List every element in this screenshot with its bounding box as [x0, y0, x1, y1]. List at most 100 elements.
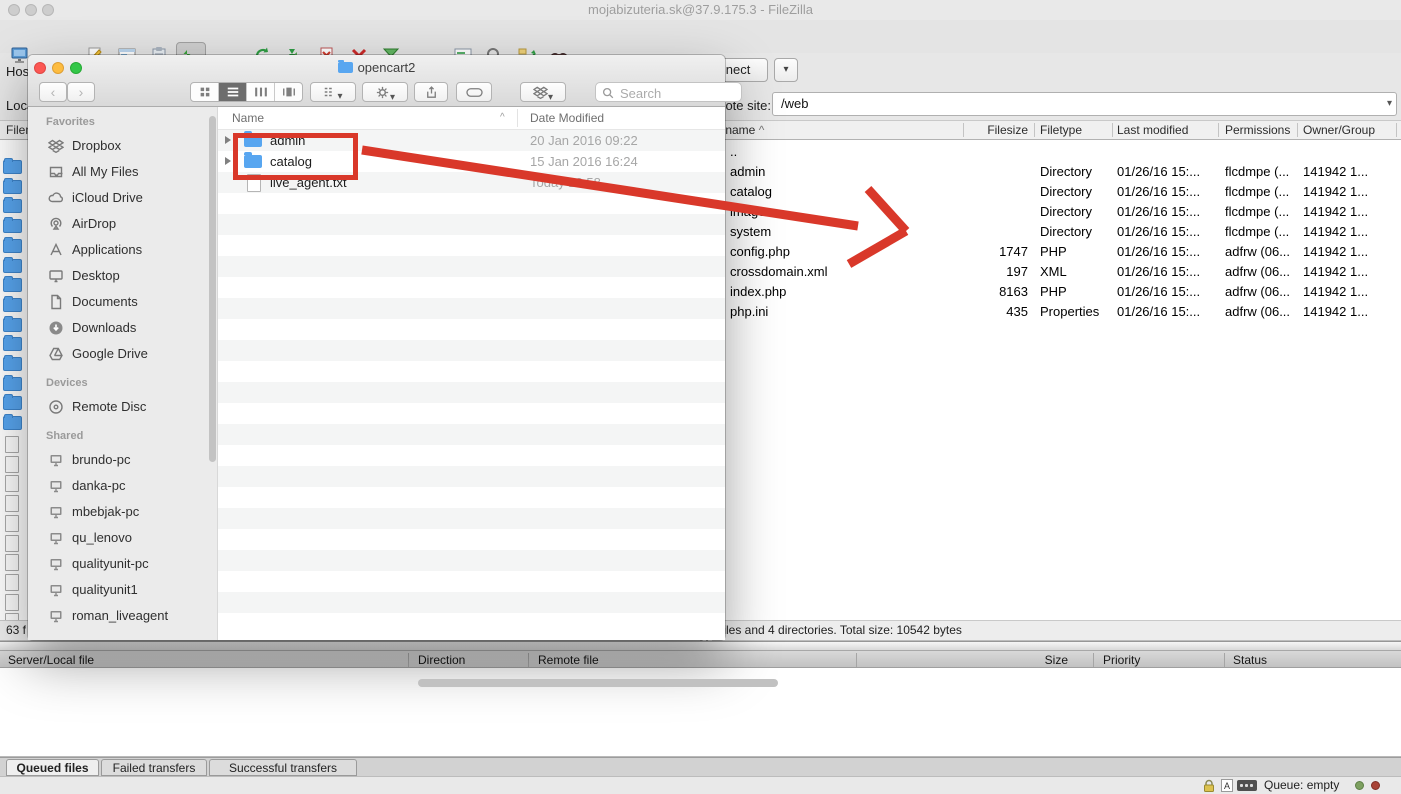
remote-list-header: Filename ^ Filesize Filetype Last modifi…: [712, 120, 1401, 140]
queue-col-serverlocal[interactable]: Server/Local file: [8, 651, 94, 669]
remote-file-type: Properties: [1040, 302, 1099, 322]
icon-view-button[interactable]: [191, 83, 219, 101]
share-icon: [424, 85, 439, 100]
remote-file-modified: 01/26/16 15:...: [1117, 302, 1200, 322]
queue-col-remotefile[interactable]: Remote file: [538, 651, 599, 669]
remote-file-row[interactable]: system Directory 01/26/16 15:... flcdmpe…: [712, 222, 1401, 242]
sidebar-item[interactable]: Remote Disc: [28, 394, 218, 420]
remote-file-row[interactable]: admin Directory 01/26/16 15:... flcdmpe …: [712, 162, 1401, 182]
quickconnect-dropdown[interactable]: ▾: [774, 58, 798, 82]
forward-button[interactable]: ›: [67, 82, 95, 102]
sidebar-item[interactable]: Applications: [28, 237, 218, 263]
remote-file-row[interactable]: catalog Directory 01/26/16 15:... flcdmp…: [712, 182, 1401, 202]
finder-window: opencart2 ‹ › ▾ ▾ ▾: [28, 55, 725, 640]
sidebar-item-label: Downloads: [72, 315, 136, 341]
sidebar-item[interactable]: Desktop: [28, 263, 218, 289]
sidebar-item[interactable]: Google Drive: [28, 341, 218, 367]
remote-file-type: PHP: [1040, 282, 1067, 302]
queue-col-status[interactable]: Status: [1233, 651, 1267, 669]
finder-title: opencart2: [28, 60, 725, 76]
column-view-button[interactable]: [247, 83, 275, 101]
remote-file-owner: 141942 1...: [1303, 202, 1368, 222]
remote-file-name: config.php: [730, 242, 790, 262]
tab-successful-transfers[interactable]: Successful transfers: [209, 759, 357, 776]
status-badge-icon: [1237, 780, 1257, 791]
sidebar-item[interactable]: iCloud Drive: [28, 185, 218, 211]
remote-file-size: [952, 202, 1028, 222]
remote-file-type: Directory: [1040, 222, 1092, 242]
sidebar-item[interactable]: qualityunit-pc: [28, 551, 218, 577]
remote-file-owner: 141942 1...: [1303, 302, 1368, 322]
search-input[interactable]: [618, 84, 740, 102]
arrange-button[interactable]: ▾: [310, 82, 356, 102]
remote-file-size: 197: [952, 262, 1028, 282]
remote-file-modified: 01/26/16 15:...: [1117, 202, 1200, 222]
local-file-icon: [5, 436, 19, 453]
name-column-header[interactable]: Name: [232, 107, 264, 129]
sidebar-item[interactable]: Downloads: [28, 315, 218, 341]
search-icon: [601, 86, 615, 100]
local-folder-icon: [3, 199, 22, 213]
sidebar-item[interactable]: roman_liveagent: [28, 603, 218, 629]
sidebar-item[interactable]: qualityunit1: [28, 577, 218, 603]
back-icon: ‹: [51, 84, 56, 100]
remote-permissions-column[interactable]: Permissions: [1225, 121, 1290, 139]
queue-col-priority[interactable]: Priority: [1103, 651, 1140, 669]
sidebar-item-label: iCloud Drive: [72, 185, 143, 211]
coverflow-view-button[interactable]: [275, 83, 302, 101]
sidebar-item[interactable]: All My Files: [28, 159, 218, 185]
queue-col-direction[interactable]: Direction: [418, 651, 465, 669]
disclosure-triangle-icon[interactable]: [225, 136, 231, 144]
remote-file-row[interactable]: crossdomain.xml 197 XML 01/26/16 15:... …: [712, 262, 1401, 282]
tab-failed-transfers[interactable]: Failed transfers: [101, 759, 207, 776]
remote-file-owner: 141942 1...: [1303, 222, 1368, 242]
horizontal-splitter[interactable]: [0, 641, 1401, 651]
remote-file-row[interactable]: php.ini 435 Properties 01/26/16 15:... a…: [712, 302, 1401, 322]
remote-filetype-column[interactable]: Filetype: [1040, 121, 1082, 139]
sidebar-item[interactable]: Documents: [28, 289, 218, 315]
remote-lastmodified-column[interactable]: Last modified: [1117, 121, 1188, 139]
sidebar-item[interactable]: AirDrop: [28, 211, 218, 237]
back-button[interactable]: ‹: [39, 82, 67, 102]
sidebar-item[interactable]: mbebjak-pc: [28, 499, 218, 525]
filezilla-titlebar[interactable]: mojabizuteria.sk@37.9.175.3 - FileZilla: [0, 0, 1401, 20]
dropbox-menu-button[interactable]: ▾: [520, 82, 566, 102]
remote-file-row[interactable]: config.php 1747 PHP 01/26/16 15:... adfr…: [712, 242, 1401, 262]
remote-file-row[interactable]: ..: [712, 142, 1401, 162]
remote-file-list[interactable]: .. admin Directory 01/26/16 15:... flcdm…: [712, 140, 1401, 620]
remote-file-row[interactable]: index.php 8163 PHP 01/26/16 15:... adfrw…: [712, 282, 1401, 302]
local-file-icon: [5, 456, 19, 473]
remote-file-permissions: adfrw (06...: [1225, 302, 1290, 322]
search-field[interactable]: [595, 82, 742, 102]
date-modified-column-header[interactable]: Date Modified: [530, 107, 604, 129]
remote-file-modified: 01/26/16 15:...: [1117, 282, 1200, 302]
sidebar-scrollbar[interactable]: [209, 116, 216, 462]
remote-file-permissions: flcdmpe (...: [1225, 222, 1289, 242]
tag-button[interactable]: [456, 82, 492, 102]
disclosure-triangle-icon[interactable]: [225, 157, 231, 165]
sidebar-item[interactable]: qu_lenovo: [28, 525, 218, 551]
queue-col-size[interactable]: Size: [1000, 651, 1068, 669]
gear-icon: [375, 85, 390, 100]
finder-titlebar[interactable]: opencart2 ‹ › ▾ ▾ ▾: [28, 55, 725, 107]
remote-ownergroup-column[interactable]: Owner/Group: [1303, 121, 1375, 139]
remote-file-row[interactable]: image Directory 01/26/16 15:... flcdmpe …: [712, 202, 1401, 222]
share-button[interactable]: [414, 82, 448, 102]
horizontal-scrollbar[interactable]: [418, 679, 778, 687]
remote-file-name: ..: [730, 142, 737, 162]
tab-queued-files[interactable]: Queued files: [6, 759, 99, 776]
remote-file-name: admin: [730, 162, 765, 182]
local-file-icon: [5, 475, 19, 492]
sidebar-item-icon: [48, 164, 64, 180]
action-menu-button[interactable]: ▾: [362, 82, 408, 102]
sidebar-item[interactable]: brundo-pc: [28, 447, 218, 473]
sidebar-item-icon: [48, 138, 64, 154]
remote-file-size: [952, 162, 1028, 182]
list-view-button[interactable]: [219, 83, 247, 101]
remote-file-permissions: adfrw (06...: [1225, 242, 1290, 262]
favorites-items: Dropbox All My Files iCloud Drive: [28, 133, 218, 367]
sidebar-item[interactable]: Dropbox: [28, 133, 218, 159]
remote-filesize-column[interactable]: Filesize: [957, 121, 1028, 139]
remote-site-combo[interactable]: /web ▾: [772, 92, 1397, 116]
sidebar-item[interactable]: danka-pc: [28, 473, 218, 499]
